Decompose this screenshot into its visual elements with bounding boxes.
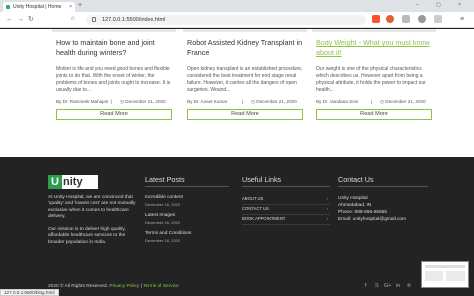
contact-address: Ahmedabad, IN — [338, 203, 372, 208]
card-date: ◷ December 21, 2020 — [380, 99, 426, 104]
card-meta: By Dr. Anant Kumar | ◷ December 21, 2020 — [187, 99, 297, 104]
footer-link-contact[interactable]: CONTACT US › — [242, 206, 330, 215]
brave-shield-icon[interactable] — [372, 15, 380, 23]
unity-logo[interactable]: U nity — [48, 175, 98, 189]
card-excerpt: Open kidney transplant is an established… — [187, 66, 303, 93]
favicon-icon — [6, 5, 10, 9]
contact-email: Email: unityhospital@gmail.com — [338, 217, 407, 222]
contact-heading: Contact Us — [338, 175, 374, 184]
card-image — [312, 29, 436, 32]
extensions-icon[interactable] — [402, 15, 410, 23]
chevron-right-icon: › — [326, 196, 328, 201]
profile-icon[interactable] — [418, 15, 426, 23]
browser-tab[interactable]: Unity Hospital | Home × — [3, 2, 75, 12]
window-controls[interactable]: – ▢ × — [416, 2, 469, 8]
card-image — [52, 29, 176, 32]
privacy-policy-link[interactable]: Privacy Policy — [109, 284, 139, 289]
blog-card: Robot Assisted Kidney Transplant in Fran… — [183, 29, 307, 157]
post-link[interactable]: Terms and Conditions — [145, 231, 191, 236]
card-excerpt: Our weight is one of the physical charac… — [316, 66, 426, 93]
google-plus-icon[interactable]: G+ — [384, 283, 392, 289]
skype-icon[interactable]: S — [375, 283, 379, 289]
card-date: ◷ December 21, 2020 — [251, 99, 297, 104]
window-preview-thumbnail[interactable] — [421, 261, 469, 288]
about-text: At Unity Hospital, we are convinced that… — [48, 195, 136, 220]
card-author: By Dr. Vandana Soni — [316, 99, 359, 104]
divider — [242, 186, 330, 187]
post-link[interactable]: Incredible content — [145, 195, 183, 200]
address-bar[interactable]: 127.0.0.1:5500/index.html — [86, 15, 366, 25]
blog-card: How to maintain bone and joint health du… — [52, 29, 176, 157]
card-title-link[interactable]: Body Weight - What you must know about i… — [316, 38, 432, 60]
card-title[interactable]: Robot Assisted Kidney Transplant in Fran… — [187, 38, 303, 60]
address-bar-url: 127.0.0.1:5500/index.html — [102, 17, 166, 23]
rewards-icon[interactable] — [386, 15, 394, 23]
browser-toolbar: ← → ↻ ☆ 127.0.0.1:5500/index.html ≡ — [0, 12, 474, 28]
contact-phone: Phone: 888-666-55555 — [338, 210, 388, 215]
chevron-right-icon: › — [326, 216, 328, 221]
card-author: By Dr. Ramneek Mahajan — [56, 99, 109, 104]
card-meta: By Dr. Ramneek Mahajan | ◷ December 21, … — [56, 99, 166, 104]
footer-link-about[interactable]: ABOUT US › — [242, 196, 330, 205]
reload-icon[interactable]: ↻ — [28, 15, 34, 24]
site-footer: U nity At Unity Hospital, we are convinc… — [0, 157, 474, 296]
tab-title: Unity Hospital | Home — [13, 4, 62, 10]
card-meta: By Dr. Vandana Soni | ◷ December 21, 202… — [316, 99, 426, 104]
browser-status-bar: 127.0.0.1:5500/blog.html — [0, 289, 59, 296]
terms-of-service-link[interactable]: Terms of Service — [143, 284, 179, 289]
post-date: December 16, 2020 — [145, 238, 181, 243]
latest-posts-heading: Latest Posts — [145, 175, 185, 184]
linkedin-icon[interactable]: in — [396, 283, 400, 289]
blog-cards-section: How to maintain bone and joint health du… — [0, 29, 474, 157]
read-more-button[interactable]: Read More — [56, 109, 172, 120]
contact-name: Unity Hospital — [338, 196, 368, 201]
divider — [338, 186, 428, 187]
menu-icon[interactable]: ≡ — [460, 15, 464, 24]
logo-text: nity — [63, 176, 83, 188]
card-image — [183, 29, 307, 32]
blog-card: Body Weight - What you must know about i… — [312, 29, 436, 157]
wallet-icon[interactable] — [434, 15, 442, 23]
card-author: By Dr. Anant Kumar — [187, 99, 228, 104]
footer-link-appointment[interactable]: BOOK APPOINTMENT › — [242, 216, 330, 225]
card-title[interactable]: How to maintain bone and joint health du… — [56, 38, 172, 60]
site-info-icon[interactable] — [92, 17, 96, 22]
divider — [145, 186, 229, 187]
facebook-icon[interactable]: f — [365, 283, 367, 289]
post-link[interactable]: Latest Images — [145, 213, 175, 218]
chevron-right-icon: › — [326, 206, 328, 211]
card-excerpt: Motion is life and you need good bones a… — [56, 66, 171, 93]
forward-arrow-icon[interactable]: → — [17, 15, 24, 24]
card-date: ◷ December 21, 2020 — [120, 99, 166, 104]
tab-close-icon[interactable]: × — [69, 4, 72, 10]
mission-text: Our mission is to deliver high quality, … — [48, 227, 126, 245]
logo-letter: U — [48, 175, 62, 189]
post-date: December 16, 2020 — [145, 202, 181, 207]
read-more-button[interactable]: Read More — [187, 109, 303, 120]
read-more-button[interactable]: Read More — [316, 109, 432, 120]
new-tab-button[interactable]: + — [78, 2, 82, 10]
pinterest-icon[interactable]: ℗ — [407, 283, 411, 289]
bookmark-icon[interactable]: ☆ — [70, 15, 75, 24]
copyright-line: 2020 © All Rights Reserved. Privacy Poli… — [48, 284, 179, 289]
useful-links-heading: Useful Links — [242, 175, 282, 184]
browser-tab-bar: Unity Hospital | Home × + – ▢ × — [0, 0, 474, 12]
back-arrow-icon[interactable]: ← — [6, 15, 13, 24]
post-date: December 16, 2020 — [145, 220, 181, 225]
